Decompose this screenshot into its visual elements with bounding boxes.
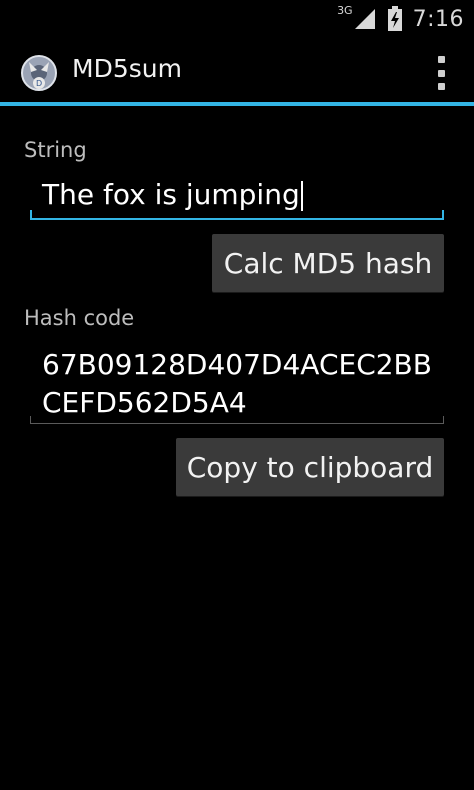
string-input-underline-right-tick <box>442 210 444 220</box>
hash-line-1: 67B09128D407D4ACEC2BB <box>42 348 432 381</box>
overflow-dot <box>437 83 445 90</box>
calc-md5-button[interactable]: Calc MD5 hash <box>212 234 444 292</box>
status-icons: 3G 7:16 <box>327 4 464 34</box>
hash-line-2: CEFD562D5A4 <box>42 386 247 419</box>
overflow-dot <box>437 56 445 63</box>
string-input-value: The fox is jumping <box>42 178 300 211</box>
clock: 7:16 <box>412 6 464 32</box>
string-input-underline <box>30 218 444 220</box>
network-type: 3G <box>337 3 353 17</box>
action-bar-divider <box>0 102 474 106</box>
battery-icon <box>387 6 402 31</box>
action-bar: D MD5sum <box>0 38 474 106</box>
string-label: String <box>24 138 87 162</box>
app-icon[interactable]: D <box>20 54 58 92</box>
overflow-menu-icon[interactable] <box>436 56 446 90</box>
overflow-dot <box>437 69 445 77</box>
svg-text:D: D <box>36 79 42 88</box>
copy-to-clipboard-button[interactable]: Copy to clipboard <box>176 438 444 496</box>
hash-code-field[interactable]: 67B09128D407D4ACEC2BB CEFD562D5A4 <box>42 346 442 422</box>
string-input-underline-left-tick <box>30 210 32 220</box>
string-input[interactable]: The fox is jumping <box>42 178 442 214</box>
hash-code-label: Hash code <box>24 306 135 330</box>
text-cursor <box>300 181 303 211</box>
hash-field-underline <box>30 423 444 424</box>
app-title: MD5sum <box>72 54 182 83</box>
hash-field-underline-left-tick <box>30 416 31 424</box>
hash-field-underline-right-tick <box>443 416 444 424</box>
status-bar: 3G 7:16 <box>0 0 474 38</box>
signal-icon <box>354 9 375 29</box>
